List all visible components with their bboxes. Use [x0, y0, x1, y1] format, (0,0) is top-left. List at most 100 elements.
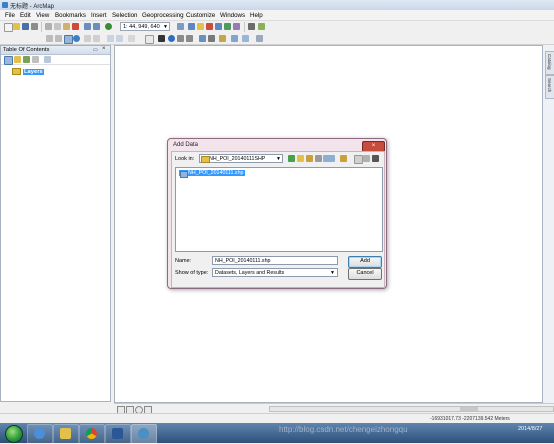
- view-options-icon[interactable]: [323, 155, 335, 162]
- zoom-out-icon[interactable]: [55, 35, 62, 42]
- pin-icon[interactable]: ▭: [93, 47, 98, 53]
- clear-selection-icon[interactable]: [145, 35, 154, 44]
- window-title: 无标题 - ArcMap: [10, 4, 55, 10]
- list-by-visibility-icon[interactable]: [23, 56, 30, 63]
- map-navigation-bar: [114, 403, 554, 414]
- layout-toolbar-icon[interactable]: [256, 35, 263, 42]
- chevron-down-icon: ▼: [276, 156, 281, 162]
- time-slider-icon[interactable]: [231, 35, 238, 42]
- search-tab-label: Search: [547, 78, 552, 93]
- html-popup-icon[interactable]: [186, 35, 193, 42]
- layers-icon: [12, 68, 21, 75]
- name-label: Name:: [175, 258, 192, 264]
- lookin-value: NH_POI_20140111SHP: [209, 156, 266, 162]
- new-map-icon[interactable]: [4, 23, 13, 32]
- list-by-drawing-order-icon[interactable]: [4, 56, 13, 65]
- file-item-shapefile[interactable]: NH_POI_20140111.shp: [179, 170, 246, 178]
- model-builder-icon[interactable]: [233, 23, 240, 30]
- editor-menu-icon[interactable]: [248, 23, 255, 30]
- toc-options-icon[interactable]: [44, 56, 51, 63]
- taskbar-arcmap-button[interactable]: [131, 424, 157, 444]
- measure-icon[interactable]: [208, 35, 215, 42]
- menu-insert[interactable]: Insert: [91, 12, 106, 19]
- name-input[interactable]: NH_POI_20140111.shp: [212, 256, 338, 265]
- go-back-icon[interactable]: [107, 35, 114, 42]
- taskbar-ie-button[interactable]: [27, 424, 53, 444]
- up-one-level-icon[interactable]: [288, 155, 295, 162]
- open-icon[interactable]: [13, 23, 20, 30]
- zoom-in-icon[interactable]: [46, 35, 53, 42]
- menu-help[interactable]: Help: [250, 12, 263, 19]
- add-button[interactable]: Add: [348, 256, 382, 268]
- catalog-view-icon[interactable]: [354, 155, 363, 164]
- viewer-window-icon[interactable]: [242, 35, 249, 42]
- add-data-dialog: Add Data × Look in: NH_POI_20140111SHP ▼…: [167, 138, 387, 289]
- menu-file[interactable]: File: [5, 12, 15, 19]
- start-button[interactable]: [5, 425, 23, 443]
- close-icon[interactable]: ×: [102, 46, 106, 52]
- menu-view[interactable]: View: [36, 12, 49, 19]
- fixed-zoom-out-icon[interactable]: [93, 35, 100, 42]
- map-scale-value: 1: 44, 949, 640: [123, 24, 160, 30]
- taskbar-explorer-button[interactable]: [53, 424, 79, 444]
- paste-icon[interactable]: [63, 23, 70, 30]
- toc-layers-item[interactable]: Layers: [12, 68, 44, 76]
- pan-icon[interactable]: [64, 35, 73, 44]
- catalog-icon[interactable]: [197, 23, 204, 30]
- horizontal-scrollbar[interactable]: [269, 406, 554, 412]
- catalog-dock-tab[interactable]: Catalog: [545, 51, 554, 75]
- copy-icon[interactable]: [54, 23, 61, 30]
- show-of-type-select[interactable]: Datasets, Layers and Results ▼: [212, 268, 338, 277]
- delete-icon[interactable]: [72, 23, 79, 30]
- go-forward-icon[interactable]: [116, 35, 123, 42]
- save-icon[interactable]: [22, 23, 29, 30]
- file-list[interactable]: NH_POI_20140111.shp: [175, 167, 383, 252]
- list-by-selection-icon[interactable]: [32, 56, 39, 63]
- select-by-graphics-icon[interactable]: [128, 35, 135, 42]
- taskbar-word-button[interactable]: [105, 424, 131, 444]
- menu-windows[interactable]: Windows: [220, 12, 245, 19]
- cancel-button[interactable]: Cancel: [348, 268, 382, 280]
- scrollbar-thumb[interactable]: [460, 407, 478, 411]
- hyperlink-icon[interactable]: [177, 35, 184, 42]
- map-scale-combo[interactable]: 1: 44, 949, 640 ▼: [120, 22, 170, 31]
- arctoolbox-icon[interactable]: [215, 23, 222, 30]
- menu-selection[interactable]: Selection: [112, 12, 137, 19]
- clock[interactable]: 2014/8/27: [518, 426, 542, 433]
- home-folder-icon[interactable]: [297, 155, 304, 162]
- toggle-contents-icon[interactable]: [315, 155, 322, 162]
- find-icon[interactable]: [199, 35, 206, 42]
- cut-icon[interactable]: [45, 23, 52, 30]
- menu-edit[interactable]: Edit: [20, 12, 31, 19]
- search-dock-tab[interactable]: Search: [545, 75, 554, 99]
- tools-toolbar: [0, 33, 554, 45]
- connect-to-database-icon[interactable]: [363, 155, 370, 162]
- python-window-icon[interactable]: [224, 23, 231, 30]
- editor-toolbar-icon[interactable]: [177, 23, 184, 30]
- redo-icon[interactable]: [93, 23, 100, 30]
- lookin-combo[interactable]: NH_POI_20140111SHP ▼: [199, 154, 283, 163]
- add-data-icon[interactable]: [105, 23, 112, 30]
- menu-geoprocessing[interactable]: Geoprocessing: [142, 12, 184, 19]
- fixed-zoom-in-icon[interactable]: [84, 35, 91, 42]
- table-of-contents-icon[interactable]: [188, 23, 195, 30]
- print-icon[interactable]: [31, 23, 38, 30]
- select-elements-icon[interactable]: [158, 35, 165, 42]
- toolbar-options-icon[interactable]: [258, 23, 265, 30]
- show-of-type-value: Datasets, Layers and Results: [215, 270, 285, 276]
- connect-folder-icon[interactable]: [306, 155, 313, 162]
- taskbar: 2014/8/27: [0, 423, 554, 444]
- toolbar-separator: [244, 22, 245, 32]
- menu-bookmarks[interactable]: Bookmarks: [55, 12, 86, 19]
- new-folder-icon[interactable]: [340, 155, 347, 162]
- toc-toolbar: [1, 55, 110, 65]
- identify-icon[interactable]: [168, 35, 175, 42]
- taskbar-chrome-button[interactable]: [79, 424, 105, 444]
- search-window-icon[interactable]: [206, 23, 213, 30]
- full-extent-icon[interactable]: [73, 35, 80, 42]
- list-by-source-icon[interactable]: [14, 56, 21, 63]
- undo-icon[interactable]: [84, 23, 91, 30]
- gis-server-icon[interactable]: [372, 155, 379, 162]
- menu-customize[interactable]: Customize: [186, 12, 215, 19]
- go-to-xy-icon[interactable]: [219, 35, 226, 42]
